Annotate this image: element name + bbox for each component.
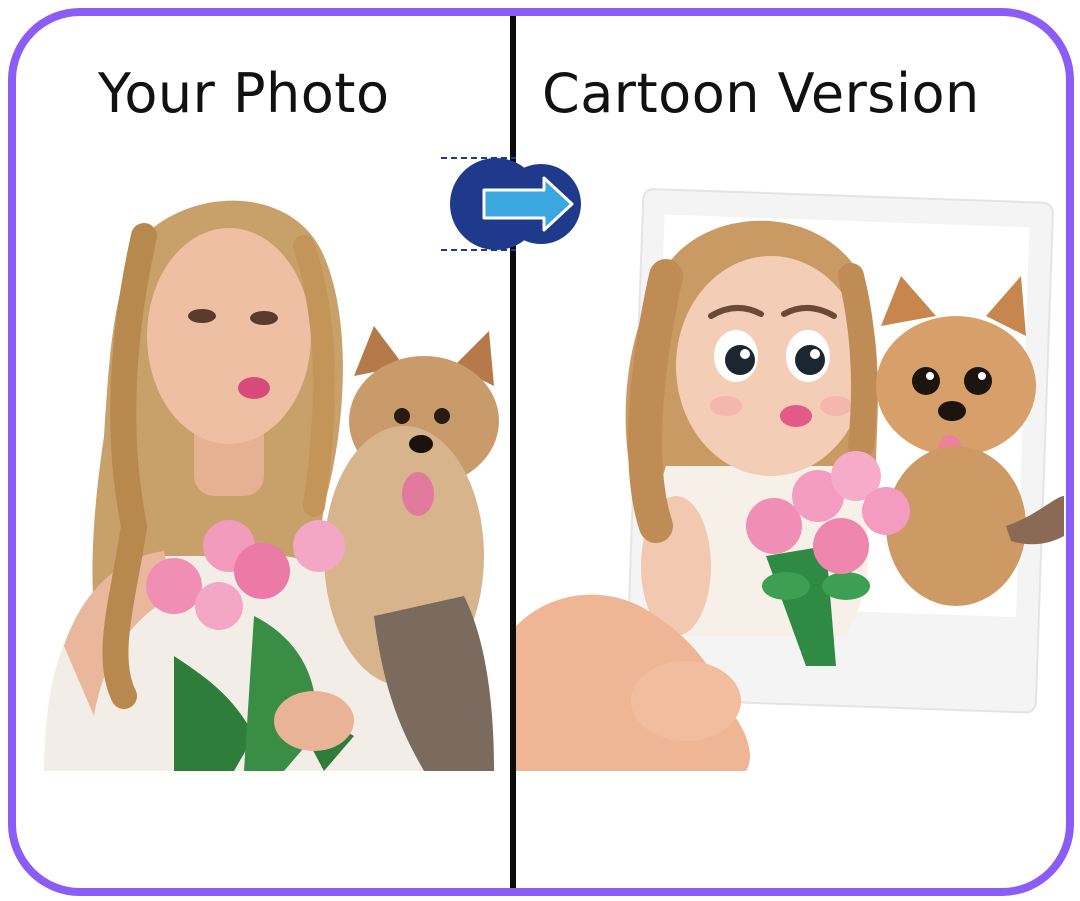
title-your-photo: Your Photo [98, 62, 390, 125]
cartoon-illustration [516, 166, 1064, 771]
title-cartoon-version: Cartoon Version [542, 62, 980, 125]
comparison-card: Your Photo Cartoon Version [8, 8, 1074, 896]
cartoon-photo [516, 166, 1064, 771]
arrow-badge [436, 150, 586, 260]
arrow-right-icon [441, 157, 581, 251]
photo-illustration [24, 176, 506, 771]
original-photo [24, 176, 506, 771]
